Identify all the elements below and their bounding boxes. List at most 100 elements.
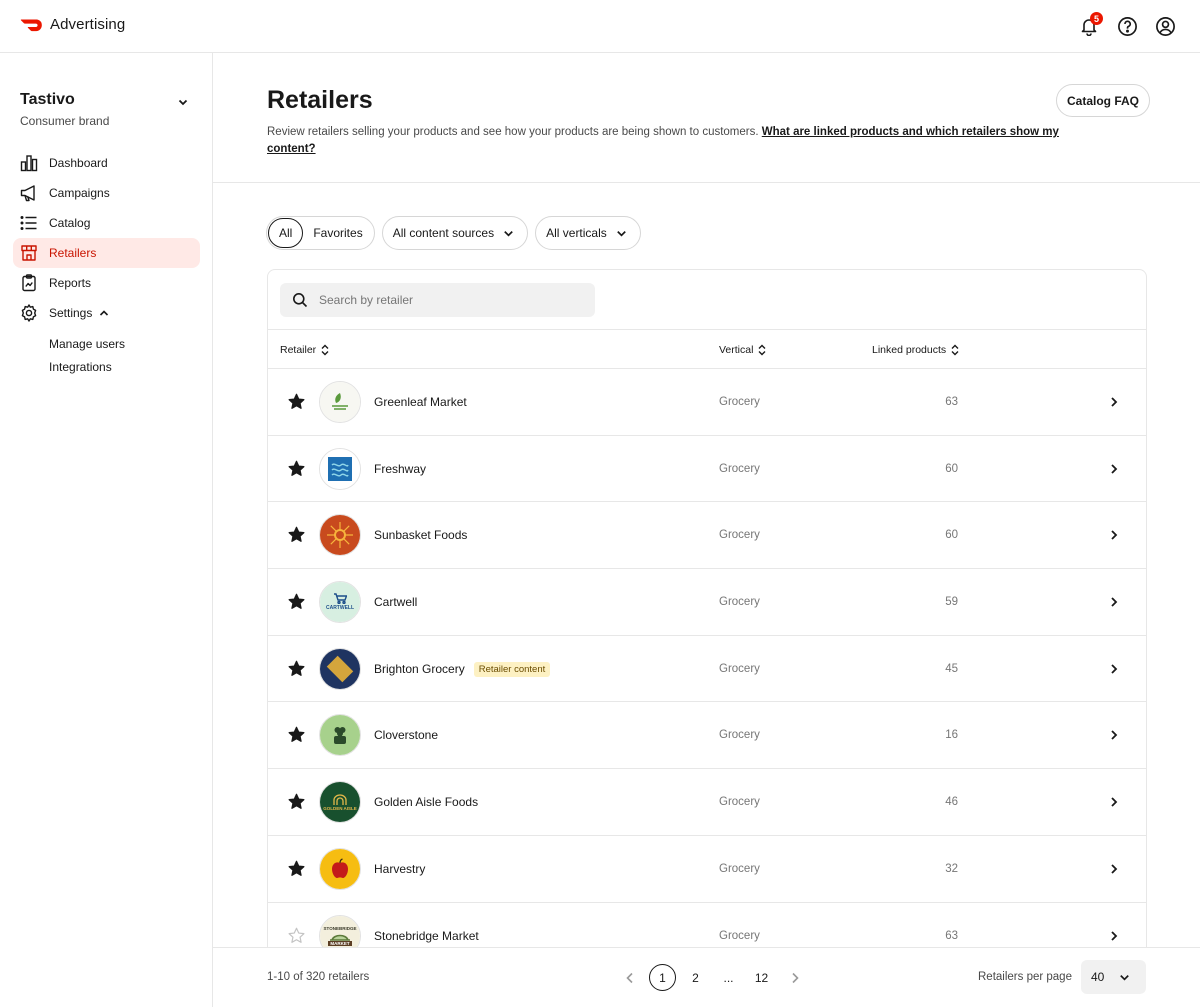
doordash-logo-icon xyxy=(20,19,42,31)
chevron-down-icon xyxy=(504,230,513,237)
sidebar-subitem-integrations[interactable]: Integrations xyxy=(13,355,200,378)
filter-favorites[interactable]: Favorites xyxy=(303,218,372,248)
column-header-retailer[interactable]: Retailer xyxy=(280,344,330,356)
column-label: Linked products xyxy=(872,344,947,356)
column-label: Retailer xyxy=(280,344,317,356)
star-filled-icon[interactable] xyxy=(288,726,305,743)
megaphone-icon xyxy=(20,184,38,202)
linked-products-count: 60 xyxy=(945,529,958,542)
org-switcher[interactable]: Tastivo Consumer brand xyxy=(20,91,192,128)
retailer-name-cell: Golden Aisle Foods xyxy=(374,795,478,809)
store-icon xyxy=(20,244,38,262)
brand-name: Advertising xyxy=(50,16,126,33)
sidebar-item-catalog[interactable]: Catalog xyxy=(13,208,200,238)
star-filled-icon[interactable] xyxy=(288,460,305,477)
gear-icon xyxy=(20,304,38,322)
sidebar-item-reports[interactable]: Reports xyxy=(13,268,200,298)
page-button-2[interactable]: 2 xyxy=(682,964,709,991)
sidebar-nav: Dashboard Campaigns Catalog Retailers Re… xyxy=(13,148,200,378)
page-ellipsis: ... xyxy=(723,970,734,985)
table-row[interactable]: CARTWELL Cartwell Grocery 59 xyxy=(268,569,1146,636)
column-header-vertical[interactable]: Vertical xyxy=(719,344,767,356)
retailer-name-cell: Sunbasket Foods xyxy=(374,528,467,542)
search-input[interactable] xyxy=(319,293,579,307)
verticals-dropdown[interactable]: All verticals xyxy=(535,216,641,250)
content-sources-label: All content sources xyxy=(392,226,495,240)
star-filled-icon[interactable] xyxy=(288,660,305,677)
main-content: Retailers Review retailers selling your … xyxy=(213,53,1200,1007)
search-icon xyxy=(293,293,308,308)
chevron-right-icon[interactable] xyxy=(1107,862,1121,876)
retailer-name: Stonebridge Market xyxy=(374,928,479,943)
sidebar-subitem-manage-users[interactable]: Manage users xyxy=(13,332,200,355)
retailer-vertical: Grocery xyxy=(719,662,760,675)
table-row[interactable]: Brighton Grocery Retailer content Grocery 4… xyxy=(268,636,1146,703)
account-icon[interactable] xyxy=(1154,15,1176,37)
sort-icon xyxy=(758,344,766,356)
prev-page-button[interactable] xyxy=(616,964,643,991)
pagination-footer: 1-10 of 320 retailers 1 2 ... 12 Retaile… xyxy=(213,947,1200,1007)
chevron-down-icon[interactable] xyxy=(176,95,190,109)
next-page-button[interactable] xyxy=(781,964,808,991)
star-outline-icon[interactable] xyxy=(288,927,305,944)
page-title: Retailers xyxy=(267,86,373,114)
table-row[interactable]: GOLDEN AISLE Golden Aisle Foods Grocery 46 xyxy=(268,769,1146,836)
chevron-up-icon[interactable] xyxy=(98,307,110,319)
chevron-down-icon xyxy=(616,230,626,237)
table-row[interactable]: Freshway Grocery 60 xyxy=(268,436,1146,503)
sidebar-item-retailers[interactable]: Retailers xyxy=(13,238,200,268)
retailer-logo xyxy=(319,714,361,757)
linked-products-count: 45 xyxy=(945,662,958,675)
chevron-right-icon xyxy=(791,972,799,983)
sidebar-item-label: Campaigns xyxy=(49,186,110,200)
table-row[interactable]: Sunbasket Foods Grocery 60 xyxy=(268,502,1146,570)
sidebar-item-campaigns[interactable]: Campaigns xyxy=(13,178,200,208)
retailer-name: Greenleaf Market xyxy=(374,395,467,409)
star-filled-icon[interactable] xyxy=(288,793,305,810)
page-button-1[interactable]: 1 xyxy=(649,964,676,991)
notification-badge: 5 xyxy=(1090,12,1103,25)
sidebar-item-settings[interactable]: Settings xyxy=(13,298,200,328)
bell-icon[interactable]: 5 xyxy=(1078,12,1103,37)
star-filled-icon[interactable] xyxy=(288,860,305,877)
content-sources-dropdown[interactable]: All content sources xyxy=(381,216,529,250)
retailer-logo xyxy=(319,514,361,557)
retailer-logo: GOLDEN AISLE xyxy=(319,781,361,824)
page-button-12[interactable]: 12 xyxy=(748,964,775,991)
table-row[interactable]: Cloverstone Grocery 16 xyxy=(268,702,1146,770)
star-filled-icon[interactable] xyxy=(288,393,305,410)
retailer-logo xyxy=(319,447,361,490)
star-filled-icon[interactable] xyxy=(288,593,305,610)
chevron-right-icon[interactable] xyxy=(1107,662,1121,676)
chevron-down-icon xyxy=(1120,974,1130,981)
chevron-right-icon[interactable] xyxy=(1107,728,1121,742)
chevron-right-icon[interactable] xyxy=(1107,528,1121,542)
column-header-linked-products[interactable]: Linked products xyxy=(872,344,960,356)
list-icon xyxy=(20,214,38,232)
linked-products-count: 16 xyxy=(945,729,958,742)
sidebar-item-dashboard[interactable]: Dashboard xyxy=(13,148,200,178)
search-field[interactable] xyxy=(280,283,595,317)
linked-products-count: 32 xyxy=(945,862,958,875)
chevron-right-icon[interactable] xyxy=(1107,795,1121,809)
chevron-right-icon[interactable] xyxy=(1107,462,1121,476)
table-row[interactable]: Harvestry Grocery 32 xyxy=(268,836,1146,903)
catalog-faq-button[interactable]: Catalog FAQ xyxy=(1056,84,1151,117)
chevron-right-icon[interactable] xyxy=(1107,395,1121,409)
sort-icon xyxy=(321,344,329,356)
star-filled-icon[interactable] xyxy=(288,526,305,543)
per-page-value: 40 xyxy=(1091,970,1105,984)
retailer-vertical: Grocery xyxy=(719,796,760,809)
chevron-right-icon[interactable] xyxy=(1107,595,1121,609)
per-page-select[interactable]: 40 xyxy=(1081,960,1146,994)
table-row[interactable]: Greenleaf Market Grocery 63 xyxy=(268,369,1146,436)
help-icon[interactable] xyxy=(1116,15,1138,37)
linked-products-count: 63 xyxy=(945,396,958,408)
chevron-right-icon[interactable] xyxy=(1107,929,1121,943)
app-logo[interactable]: Advertising xyxy=(20,16,125,33)
retailer-content-badge: Retailer content xyxy=(473,661,551,677)
filter-all[interactable]: All xyxy=(268,218,304,248)
chevron-left-icon xyxy=(625,972,633,983)
sidebar-item-label: Catalog xyxy=(49,216,91,230)
retailer-vertical: Grocery xyxy=(719,596,760,609)
